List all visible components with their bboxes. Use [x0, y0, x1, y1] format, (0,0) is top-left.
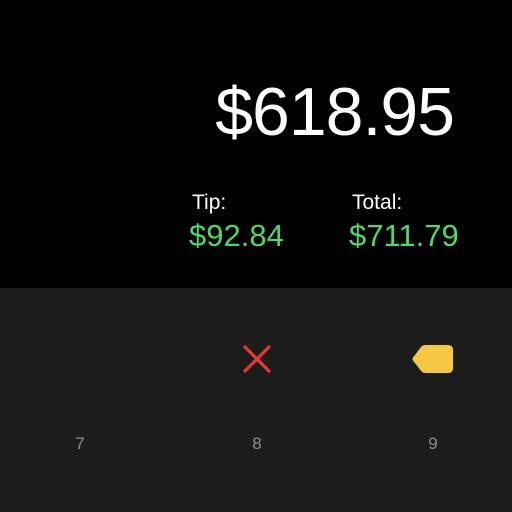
- tip-value: $92.84: [189, 218, 284, 253]
- digit-9-button[interactable]: 9: [383, 414, 483, 474]
- digit-8-button[interactable]: 8: [207, 414, 307, 474]
- digit-8-label: 8: [252, 434, 262, 453]
- digit-7-label: 7: [75, 434, 85, 453]
- display-panel: $618.95 Tip: $92.84 Total: $711.79: [0, 0, 512, 288]
- backspace-button[interactable]: [383, 329, 483, 389]
- clear-button[interactable]: [207, 329, 307, 389]
- total-label: Total:: [352, 191, 403, 214]
- backspace-icon: [412, 345, 453, 373]
- bill-amount: $618.95: [215, 74, 455, 150]
- keypad: 7 8 9: [0, 288, 512, 512]
- digit-7-button[interactable]: 7: [30, 414, 130, 474]
- total-value: $711.79: [349, 218, 459, 253]
- tip-label: Tip:: [192, 191, 227, 214]
- digit-9-label: 9: [428, 434, 438, 453]
- close-icon: [242, 344, 272, 374]
